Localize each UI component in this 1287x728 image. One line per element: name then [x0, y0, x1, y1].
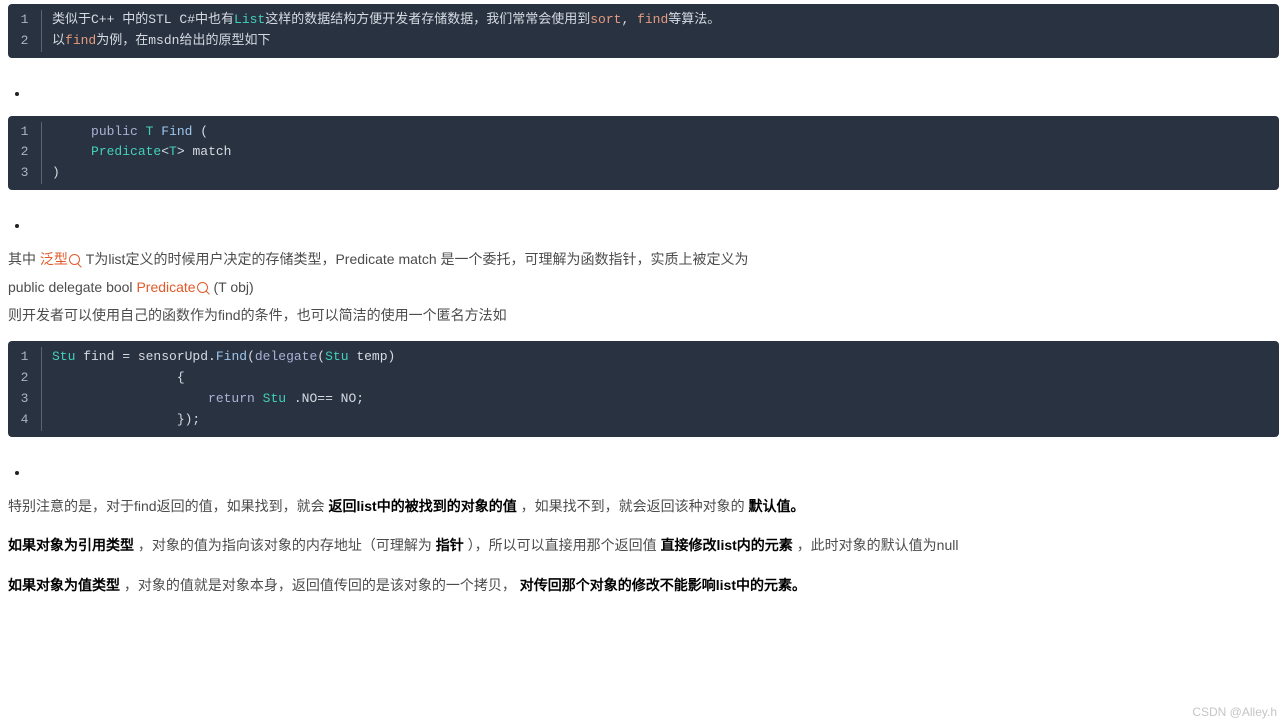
code-token: ) [52, 165, 60, 180]
code-token: 这样的数据结构方便开发者存储数据，我们常常会使用到 [265, 12, 590, 27]
code-token: Find [216, 349, 247, 364]
code-token: find = sensorUpd. [75, 349, 215, 364]
search-icon [69, 254, 80, 265]
code-token: Stu [52, 349, 75, 364]
code-token [138, 124, 146, 139]
code-line: 4 }); [8, 410, 1279, 431]
text-span: ，对象的值就是对象本身，返回值传回的是该对象的一个拷贝， [124, 577, 516, 593]
bold-text: 返回list中的被找到的对象的值 [328, 498, 516, 514]
code-line: 1 public T Find ( [8, 122, 1279, 143]
code-token: Find [161, 124, 192, 139]
code-token: 以 [52, 33, 65, 48]
code-token: Stu [325, 349, 348, 364]
text-span: (T obj) [213, 279, 253, 295]
code-token: temp) [349, 349, 396, 364]
line-number: 1 [8, 10, 42, 31]
code-line: 2 Predicate<T> match [8, 142, 1279, 163]
empty-bullet-3 [30, 461, 1279, 471]
bold-text: 指针 [436, 537, 464, 553]
text-span: T为list定义的时候用户决定的存储类型，Predicate match 是一个… [86, 251, 749, 267]
paragraph-developer: 则开发者可以使用自己的函数作为find的条件，也可以简洁的使用一个匿名方法如 [8, 304, 1279, 328]
code-content: public T Find ( [42, 122, 1279, 143]
code-content: ) [42, 163, 1279, 184]
text-span: 特别注意的是，对于find返回的值，如果找到，就会 [8, 498, 325, 514]
code-token: ( [317, 349, 325, 364]
line-number: 4 [8, 410, 42, 431]
empty-bullet-2 [30, 214, 1279, 224]
code-token: 等算法。 [668, 12, 720, 27]
code-content: }); [42, 410, 1279, 431]
code-token: ( [192, 124, 208, 139]
code-content: { [42, 368, 1279, 389]
paragraph-delegate: public delegate bool Predicate (T obj) [8, 276, 1279, 300]
code-token: ( [247, 349, 255, 364]
line-number: 2 [8, 368, 42, 389]
line-number: 2 [8, 142, 42, 163]
text-span: public delegate bool [8, 279, 136, 295]
text-span: ，对象的值为指向该对象的内存地址（可理解为 [138, 537, 432, 553]
code-token: }); [52, 412, 200, 427]
code-token: sort [590, 12, 621, 27]
code-token [52, 144, 91, 159]
code-token: public [91, 124, 138, 139]
code-token: find [65, 33, 96, 48]
code-token: List [234, 12, 265, 27]
link-generic-type[interactable]: 泛型 [40, 251, 68, 267]
bold-text: 如果对象为引用类型 [8, 537, 134, 553]
code-token: < [161, 144, 169, 159]
code-token: return [208, 391, 255, 406]
text-span: ，此时对象的默认值为null [797, 537, 959, 553]
bold-text: 对传回那个对象的修改不能影响list中的元素。 [520, 577, 806, 593]
code-token: Stu [263, 391, 286, 406]
code-content: 以find为例，在msdn给出的原型如下 [42, 31, 1279, 52]
paragraph-note: 特别注意的是，对于find返回的值，如果找到，就会 返回list中的被找到的对象… [8, 495, 1279, 519]
code-token [52, 124, 91, 139]
bold-text: 如果对象为值类型 [8, 577, 124, 593]
search-icon [197, 282, 208, 293]
empty-bullet-1 [30, 82, 1279, 92]
code-content: Predicate<T> match [42, 142, 1279, 163]
code-line: 1类似于C++ 中的STL C#中也有List这样的数据结构方便开发者存储数据，… [8, 10, 1279, 31]
paragraph-reference-type: 如果对象为引用类型 ，对象的值为指向该对象的内存地址（可理解为 指针 ），所以可… [8, 534, 1279, 558]
code-line: 2以find为例，在msdn给出的原型如下 [8, 31, 1279, 52]
line-number: 1 [8, 122, 42, 143]
code-token: Predicate [91, 144, 161, 159]
link-predicate[interactable]: Predicate [136, 279, 195, 295]
code-token: delegate [255, 349, 317, 364]
code-content: return Stu .NO== NO; [42, 389, 1279, 410]
text-span: ，如果找不到，就会返回该种对象的 [521, 498, 745, 514]
code-content: 类似于C++ 中的STL C#中也有List这样的数据结构方便开发者存储数据，我… [42, 10, 1279, 31]
code-block-3: 1Stu find = sensorUpd.Find(delegate(Stu … [8, 341, 1279, 436]
code-token [255, 391, 263, 406]
text-span: 其中 [8, 251, 40, 267]
watermark: CSDN @Alley.h [1192, 703, 1277, 722]
code-token: T [169, 144, 177, 159]
code-token: > match [177, 144, 232, 159]
code-token: .NO== NO; [286, 391, 364, 406]
bold-text: 默认值。 [748, 498, 804, 514]
line-number: 2 [8, 31, 42, 52]
code-token: 类似于C++ 中的STL C#中也有 [52, 12, 234, 27]
code-block-1: 1类似于C++ 中的STL C#中也有List这样的数据结构方便开发者存储数据，… [8, 4, 1279, 58]
code-token: { [52, 370, 185, 385]
code-token: 为例，在msdn给出的原型如下 [96, 33, 270, 48]
code-line: 1Stu find = sensorUpd.Find(delegate(Stu … [8, 347, 1279, 368]
text-span: ），所以可以直接用那个返回值 [468, 537, 657, 553]
line-number: 3 [8, 163, 42, 184]
paragraph-generic: 其中 泛型 T为list定义的时候用户决定的存储类型，Predicate mat… [8, 248, 1279, 272]
line-number: 1 [8, 347, 42, 368]
code-line: 3) [8, 163, 1279, 184]
text-span: 则开发者可以使用自己的函数作为find的条件，也可以简洁的使用一个匿名方法如 [8, 307, 507, 323]
line-number: 3 [8, 389, 42, 410]
paragraph-value-type: 如果对象为值类型 ，对象的值就是对象本身，返回值传回的是该对象的一个拷贝， 对传… [8, 574, 1279, 598]
code-content: Stu find = sensorUpd.Find(delegate(Stu t… [42, 347, 1279, 368]
code-block-2: 1 public T Find (2 Predicate<T> match3) [8, 116, 1279, 190]
bold-text: 直接修改list内的元素 [661, 537, 793, 553]
code-line: 2 { [8, 368, 1279, 389]
code-token: find [637, 12, 668, 27]
code-token [52, 391, 208, 406]
code-line: 3 return Stu .NO== NO; [8, 389, 1279, 410]
code-token: , [621, 12, 637, 27]
